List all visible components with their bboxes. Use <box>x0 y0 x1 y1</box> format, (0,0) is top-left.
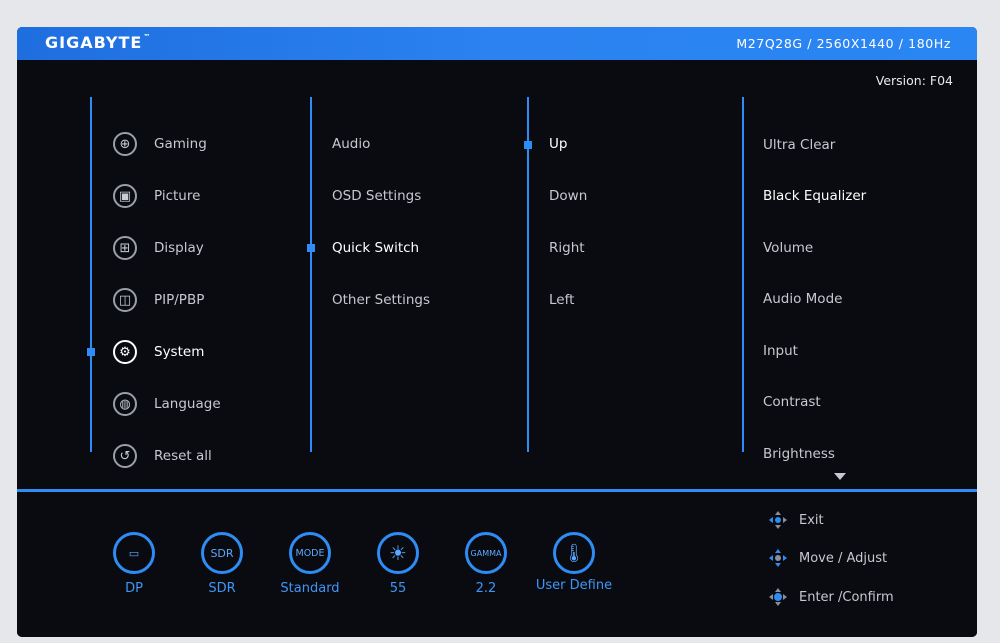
model-spec: M27Q28G / 2560X1440 / 180Hz <box>736 36 951 51</box>
option-black-equalizer[interactable]: Black Equalizer <box>763 188 866 204</box>
joystick-move-icon <box>769 549 787 567</box>
menu-item-gaming[interactable]: ⊕ Gaming <box>113 127 207 161</box>
menu-item-reset-all[interactable]: ↺ Reset all <box>113 439 212 473</box>
mode-icon: MODE <box>289 532 331 574</box>
reset-icon: ↺ <box>113 444 137 468</box>
option-brightness[interactable]: Brightness <box>763 446 835 462</box>
menu-item-display[interactable]: ⊞ Display <box>113 231 204 265</box>
submenu-item-audio[interactable]: Audio <box>332 136 370 152</box>
direction-left[interactable]: Left <box>549 292 574 308</box>
menu-item-language[interactable]: ◍ Language <box>113 387 221 421</box>
column-divider <box>527 97 529 452</box>
menu-item-system[interactable]: ⚙ System <box>113 335 204 369</box>
status-color-temp: 🌡 User Define <box>529 532 619 593</box>
menu-item-pip-pbp[interactable]: ◫ PIP/PBP <box>113 283 204 317</box>
selection-marker <box>87 348 95 356</box>
gamma-icon: GAMMA <box>465 532 507 574</box>
system-icon: ⚙ <box>113 340 137 364</box>
gamepad-icon: ⊕ <box>113 132 137 156</box>
selection-marker <box>524 141 532 149</box>
option-audio-mode[interactable]: Audio Mode <box>763 291 842 307</box>
hint-enter-confirm: Enter /Confirm <box>767 585 894 609</box>
selection-marker <box>307 244 315 252</box>
status-brightness: ☀ 55 <box>353 532 443 596</box>
direction-right[interactable]: Right <box>549 240 585 256</box>
status-gamma: GAMMA 2.2 <box>441 532 531 596</box>
direction-down[interactable]: Down <box>549 188 587 204</box>
status-input: ▭ DP <box>89 532 179 596</box>
brightness-icon: ☀ <box>377 532 419 574</box>
menu-item-picture[interactable]: ▣ Picture <box>113 179 200 213</box>
scroll-down-icon[interactable] <box>834 473 846 480</box>
display-grid-icon: ⊞ <box>113 236 137 260</box>
sdr-icon: SDR <box>201 532 243 574</box>
picture-icon: ▣ <box>113 184 137 208</box>
option-input[interactable]: Input <box>763 343 798 359</box>
thermometer-icon: 🌡 <box>553 532 595 574</box>
submenu-item-osd-settings[interactable]: OSD Settings <box>332 188 421 204</box>
option-volume[interactable]: Volume <box>763 240 813 256</box>
osd-header: GIGABYTE™ M27Q28G / 2560X1440 / 180Hz <box>17 27 977 60</box>
osd-window: GIGABYTE™ M27Q28G / 2560X1440 / 180Hz Ve… <box>17 27 977 637</box>
globe-icon: ◍ <box>113 392 137 416</box>
pip-icon: ◫ <box>113 288 137 312</box>
column-divider <box>742 97 744 452</box>
column-divider <box>90 97 92 452</box>
hint-move-adjust: Move / Adjust <box>767 546 887 570</box>
brand-logo: GIGABYTE™ <box>45 33 152 52</box>
submenu-item-other-settings[interactable]: Other Settings <box>332 292 430 308</box>
option-contrast[interactable]: Contrast <box>763 394 821 410</box>
status-hdr: SDR SDR <box>177 532 267 596</box>
joystick-press-icon <box>769 588 787 606</box>
option-ultra-clear[interactable]: Ultra Clear <box>763 137 835 153</box>
joystick-left-icon <box>769 511 787 529</box>
displayport-icon: ▭ <box>113 532 155 574</box>
direction-up[interactable]: Up <box>549 136 567 152</box>
menu-panel: ⊕ Gaming ▣ Picture ⊞ Display ◫ PIP/PBP ⚙… <box>17 60 977 480</box>
hint-exit: Exit <box>767 508 824 532</box>
status-picture-mode: MODE Standard <box>265 532 355 596</box>
status-bar: ▭ DP SDR SDR MODE Standard ☀ 55 GAMMA 2.… <box>17 489 977 637</box>
submenu-item-quick-switch[interactable]: Quick Switch <box>332 240 419 256</box>
column-divider <box>310 97 312 452</box>
